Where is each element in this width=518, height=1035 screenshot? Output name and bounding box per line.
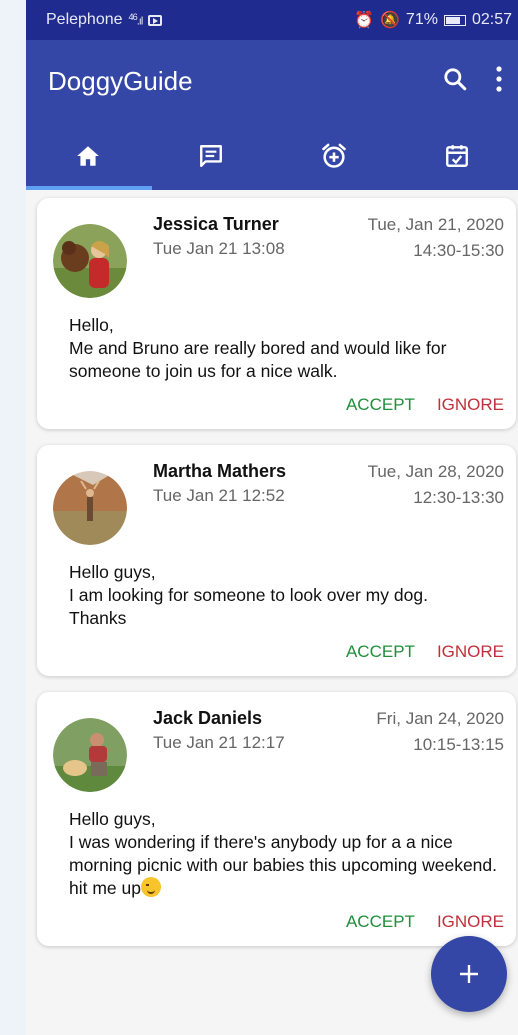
message-line: Thanks bbox=[69, 608, 127, 628]
accept-button[interactable]: ACCEPT bbox=[346, 642, 415, 662]
walk-schedule: Fri, Jan 24, 2020 10:15-13:15 bbox=[376, 706, 504, 792]
avatar[interactable] bbox=[53, 224, 127, 298]
message-line: Hello guys, bbox=[69, 562, 156, 582]
app-title: DoggyGuide bbox=[48, 65, 193, 96]
walk-date: Tue, Jan 28, 2020 bbox=[367, 462, 504, 481]
selected-tab-indicator bbox=[26, 186, 152, 190]
walk-time-range: 12:30-13:30 bbox=[413, 488, 504, 507]
posted-time: Tue Jan 21 12:52 bbox=[153, 486, 285, 505]
sender-name: Martha Mathers bbox=[153, 461, 287, 481]
mute-icon: 🔕 bbox=[380, 12, 400, 29]
card-actions: ACCEPT IGNORE bbox=[53, 395, 504, 415]
accept-button[interactable]: ACCEPT bbox=[346, 912, 415, 932]
tab-home[interactable] bbox=[26, 122, 149, 190]
request-card: Jack Daniels Tue Jan 21 12:17 Fri, Jan 2… bbox=[37, 692, 516, 946]
add-request-button[interactable] bbox=[431, 936, 507, 1012]
message-line: I am looking for someone to look over my… bbox=[69, 585, 428, 605]
posted-time: Tue Jan 21 12:17 bbox=[153, 733, 285, 752]
sender-name: Jack Daniels bbox=[153, 708, 263, 728]
request-message: Hello, Me and Bruno are really bored and… bbox=[69, 314, 504, 383]
message-line: Me and Bruno are really bored and would … bbox=[69, 338, 447, 381]
walk-date: Fri, Jan 24, 2020 bbox=[376, 709, 504, 728]
card-actions: ACCEPT IGNORE bbox=[53, 912, 504, 932]
walk-schedule: Tue, Jan 28, 2020 12:30-13:30 bbox=[368, 459, 504, 545]
battery-icon bbox=[443, 14, 466, 26]
phone-screen: Pelephone 46.ıl ⏰ 🔕 71% 02:57 DoggyGuide bbox=[26, 0, 518, 1035]
ignore-button[interactable]: IGNORE bbox=[437, 642, 504, 662]
walk-date: Tue, Jan 21, 2020 bbox=[367, 215, 504, 234]
posted-time: Tue Jan 21 13:08 bbox=[153, 239, 285, 258]
status-right: ⏰ 🔕 71% 02:57 bbox=[354, 10, 512, 30]
request-card: Martha Mathers Tue Jan 21 12:52 Tue, Jan… bbox=[37, 445, 516, 676]
message-line: Hello, bbox=[69, 315, 114, 335]
card-header: Jessica Turner Tue Jan 21 13:08 Tue, Jan… bbox=[53, 212, 504, 298]
tab-calendar[interactable] bbox=[395, 122, 518, 190]
app-bar: DoggyGuide bbox=[26, 40, 518, 122]
request-list[interactable]: Jessica Turner Tue Jan 21 13:08 Tue, Jan… bbox=[26, 190, 518, 946]
message-line: Hello guys, bbox=[69, 809, 156, 829]
message-icon bbox=[199, 145, 222, 167]
accept-button[interactable]: ACCEPT bbox=[346, 395, 415, 415]
sender-info: Jessica Turner Tue Jan 21 13:08 bbox=[153, 212, 368, 298]
battery-percent: 71% bbox=[405, 11, 438, 28]
alarm-clock-icon: ⏰ bbox=[354, 12, 374, 29]
walk-time-range: 10:15-13:15 bbox=[413, 735, 504, 754]
card-actions: ACCEPT IGNORE bbox=[53, 642, 504, 662]
status-left: Pelephone 46.ıl bbox=[46, 11, 163, 29]
event-available-icon bbox=[445, 145, 468, 167]
avatar[interactable] bbox=[53, 718, 127, 792]
app-bar-actions bbox=[442, 65, 504, 98]
add-icon bbox=[460, 965, 478, 983]
request-message: Hello guys, I am looking for someone to … bbox=[69, 561, 504, 630]
message-line: hit me up bbox=[69, 878, 141, 898]
alarm-add-icon bbox=[321, 143, 346, 168]
status-bar: Pelephone 46.ıl ⏰ 🔕 71% 02:57 bbox=[26, 0, 518, 40]
sender-name: Jessica Turner bbox=[153, 214, 279, 234]
ignore-button[interactable]: IGNORE bbox=[437, 912, 504, 932]
search-icon[interactable] bbox=[442, 66, 468, 97]
walk-schedule: Tue, Jan 21, 2020 14:30-15:30 bbox=[368, 212, 504, 298]
avatar[interactable] bbox=[53, 471, 127, 545]
signal-icon: 46.ıl bbox=[128, 12, 144, 28]
ignore-button[interactable]: IGNORE bbox=[437, 395, 504, 415]
sender-info: Martha Mathers Tue Jan 21 12:52 bbox=[153, 459, 368, 545]
sender-info: Jack Daniels Tue Jan 21 12:17 bbox=[153, 706, 376, 792]
request-message: Hello guys, I was wondering if there's a… bbox=[69, 808, 504, 900]
carrier-name: Pelephone bbox=[46, 11, 123, 28]
message-line: I was wondering if there's anybody up fo… bbox=[69, 832, 498, 875]
request-card: Jessica Turner Tue Jan 21 13:08 Tue, Jan… bbox=[37, 198, 516, 429]
walk-time-range: 14:30-15:30 bbox=[413, 241, 504, 260]
clock-time: 02:57 bbox=[471, 11, 512, 28]
card-header: Jack Daniels Tue Jan 21 12:17 Fri, Jan 2… bbox=[53, 706, 504, 792]
screen-record-icon bbox=[148, 14, 163, 26]
tab-bar bbox=[26, 122, 518, 190]
card-header: Martha Mathers Tue Jan 21 12:52 Tue, Jan… bbox=[53, 459, 504, 545]
tab-alarm[interactable] bbox=[272, 122, 395, 190]
message-line-with-emoji: hit me up bbox=[69, 877, 504, 900]
tab-messages[interactable] bbox=[149, 122, 272, 190]
more-vert-icon[interactable] bbox=[494, 65, 504, 98]
home-icon bbox=[76, 146, 99, 166]
wink-emoji-icon bbox=[140, 877, 161, 897]
